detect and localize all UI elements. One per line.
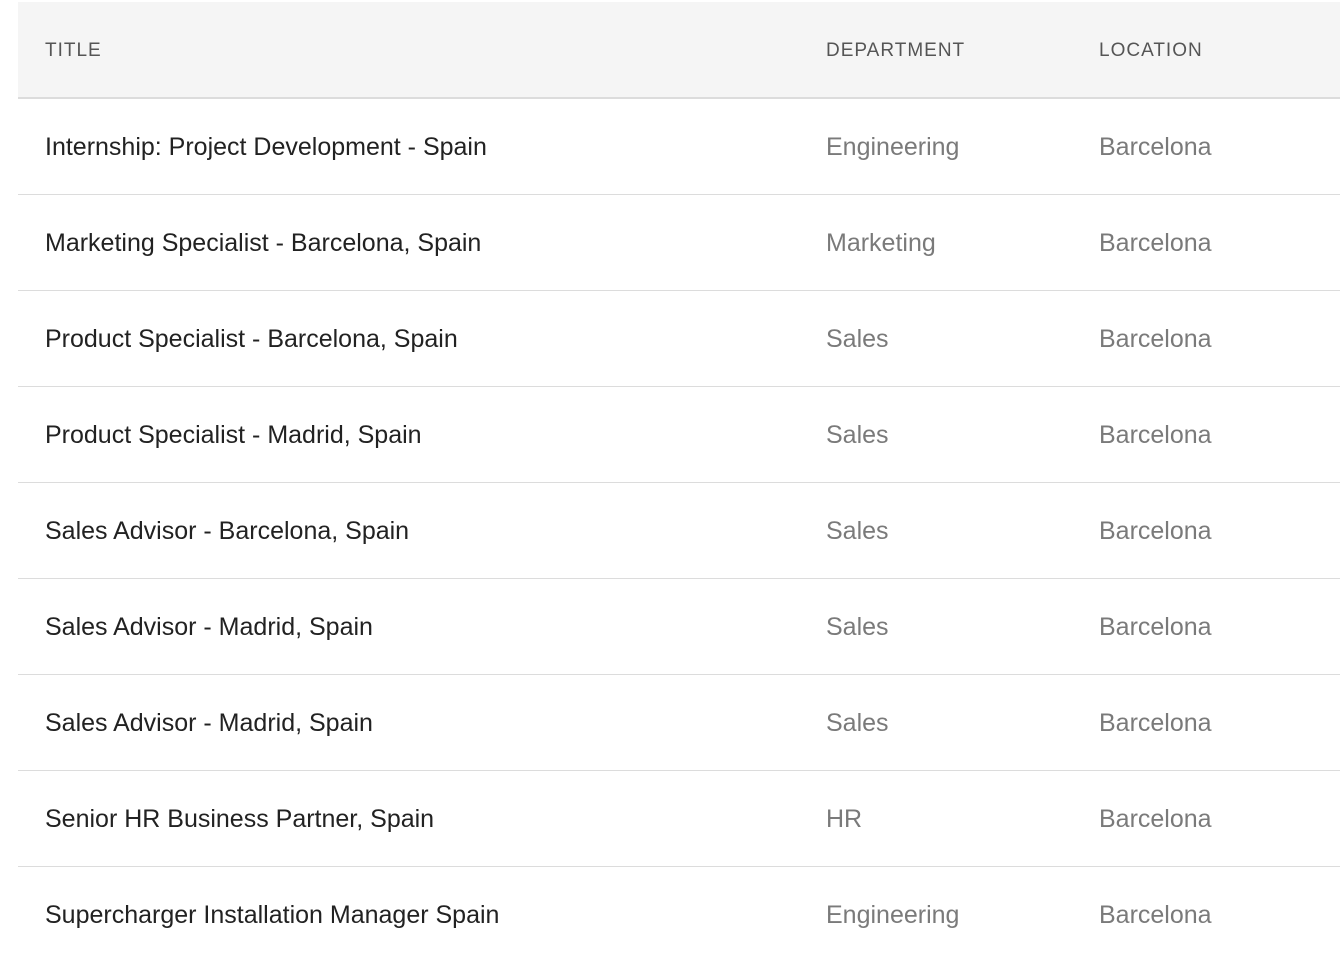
job-title-link[interactable]: Marketing Specialist - Barcelona, Spain	[45, 229, 481, 257]
job-location: Barcelona	[1099, 805, 1212, 833]
job-department: Engineering	[826, 901, 960, 929]
column-header-department[interactable]: DEPARTMENT	[826, 40, 965, 62]
job-title-link[interactable]: Internship: Project Development - Spain	[45, 133, 487, 161]
table-row[interactable]: Product Specialist - Madrid, Spain Sales…	[18, 387, 1340, 483]
table-row[interactable]: Supercharger Installation Manager Spain …	[18, 867, 1340, 962]
job-title-link[interactable]: Sales Advisor - Barcelona, Spain	[45, 517, 409, 545]
table-row[interactable]: Senior HR Business Partner, Spain HR Bar…	[18, 771, 1340, 867]
job-location: Barcelona	[1099, 613, 1212, 641]
job-department: Marketing	[826, 229, 936, 257]
column-header-location[interactable]: LOCATION	[1099, 40, 1203, 62]
job-title-link[interactable]: Senior HR Business Partner, Spain	[45, 805, 434, 833]
table-row[interactable]: Product Specialist - Barcelona, Spain Sa…	[18, 291, 1340, 387]
job-location: Barcelona	[1099, 901, 1212, 929]
job-title-link[interactable]: Product Specialist - Madrid, Spain	[45, 421, 422, 449]
table-row[interactable]: Internship: Project Development - Spain …	[18, 99, 1340, 195]
job-department: Sales	[826, 517, 889, 545]
table-row[interactable]: Sales Advisor - Madrid, Spain Sales Barc…	[18, 675, 1340, 771]
table-row[interactable]: Sales Advisor - Madrid, Spain Sales Barc…	[18, 579, 1340, 675]
column-header-title[interactable]: TITLE	[45, 40, 102, 62]
table-header-row: TITLE DEPARTMENT LOCATION	[18, 2, 1340, 99]
job-location: Barcelona	[1099, 133, 1212, 161]
job-title-link[interactable]: Sales Advisor - Madrid, Spain	[45, 613, 373, 641]
job-department: HR	[826, 805, 863, 833]
table-row[interactable]: Marketing Specialist - Barcelona, Spain …	[18, 195, 1340, 291]
job-location: Barcelona	[1099, 325, 1212, 353]
job-title-link[interactable]: Supercharger Installation Manager Spain	[45, 901, 499, 929]
job-title-link[interactable]: Product Specialist - Barcelona, Spain	[45, 325, 458, 353]
job-department: Sales	[826, 325, 889, 353]
job-department: Engineering	[826, 133, 960, 161]
job-listings-table: TITLE DEPARTMENT LOCATION Internship: Pr…	[18, 2, 1340, 962]
job-location: Barcelona	[1099, 229, 1212, 257]
job-location: Barcelona	[1099, 517, 1212, 545]
job-location: Barcelona	[1099, 421, 1212, 449]
job-department: Sales	[826, 421, 889, 449]
job-department: Sales	[826, 613, 889, 641]
job-title-link[interactable]: Sales Advisor - Madrid, Spain	[45, 709, 373, 737]
table-row[interactable]: Sales Advisor - Barcelona, Spain Sales B…	[18, 483, 1340, 579]
job-department: Sales	[826, 709, 889, 737]
job-location: Barcelona	[1099, 709, 1212, 737]
